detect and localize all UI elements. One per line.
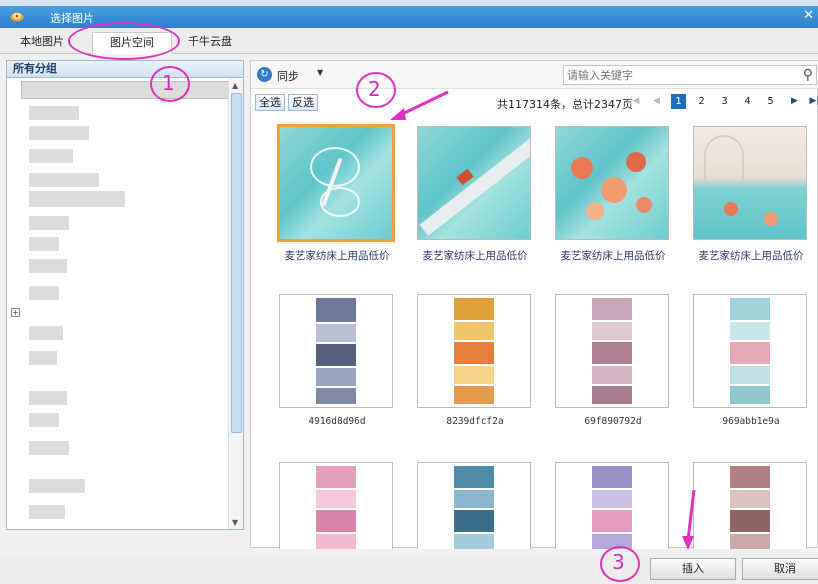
- page-4[interactable]: 4: [740, 94, 755, 109]
- image-thumbnail: [279, 294, 393, 408]
- image-thumbnail: [693, 462, 807, 549]
- image-thumbnail: [693, 126, 807, 240]
- image-thumbnail: [277, 124, 395, 242]
- folder-item[interactable]: [29, 149, 73, 163]
- search-input[interactable]: [564, 66, 789, 84]
- page-5[interactable]: 5: [763, 94, 778, 109]
- image-caption: 麦艺家纺床上用品低价: [698, 250, 804, 262]
- first-page-icon[interactable]: |◀: [627, 94, 642, 109]
- image-item[interactable]: 69f890792d: [551, 284, 671, 434]
- sync-icon[interactable]: ↻: [257, 67, 272, 82]
- image-item[interactable]: 8239dfcf2a: [413, 284, 533, 434]
- image-caption: 969abb1e9a: [722, 416, 780, 427]
- image-item[interactable]: 麦艺家纺床上用品低价: [689, 116, 809, 266]
- folder-item[interactable]: [29, 191, 125, 207]
- selected-folder-row[interactable]: [21, 81, 229, 99]
- image-thumbnail: [555, 294, 669, 408]
- invert-selection-button[interactable]: 反选: [288, 94, 318, 111]
- selection-toolbar: 全选 反选 共117314条，总计2347页 |◀ ◀ 1 2 3 4 5 ▶ …: [251, 91, 818, 113]
- folder-item[interactable]: [29, 286, 59, 300]
- last-page-icon[interactable]: ▶|: [807, 94, 818, 109]
- page-1[interactable]: 1: [671, 94, 686, 109]
- image-item[interactable]: 麦艺家纺床上用品低价: [551, 116, 671, 266]
- image-browser: ↻ 同步 ▼ ⚲ 全选 反选 共117314条，总计2347页 |◀ ◀ 1 2…: [250, 60, 818, 549]
- image-caption: 麦艺家纺床上用品低价: [560, 250, 666, 262]
- image-item[interactable]: [551, 452, 671, 549]
- image-item[interactable]: 969abb1e9a: [689, 284, 809, 434]
- taobao-logo-icon: [10, 12, 24, 22]
- folder-item[interactable]: [29, 126, 89, 140]
- page-3[interactable]: 3: [717, 94, 732, 109]
- image-caption: 麦艺家纺床上用品低价: [284, 250, 390, 262]
- image-item[interactable]: [413, 452, 533, 549]
- folder-item[interactable]: [29, 391, 67, 405]
- image-caption: 麦艺家纺床上用品低价: [422, 250, 528, 262]
- scrollbar-thumb[interactable]: [231, 93, 242, 433]
- close-icon[interactable]: ✕: [803, 8, 814, 23]
- image-caption: 8239dfcf2a: [446, 416, 504, 427]
- scroll-up-icon[interactable]: ▲: [232, 81, 238, 90]
- image-item[interactable]: [275, 452, 395, 549]
- next-page-icon[interactable]: ▶: [787, 94, 802, 109]
- folder-tree-scrollbar[interactable]: ▲ ▼: [228, 79, 243, 529]
- select-all-button[interactable]: 全选: [255, 94, 285, 111]
- tab-qianniu-cloud[interactable]: 千牛云盘: [180, 32, 240, 54]
- window-title: 选择图片: [50, 12, 94, 25]
- folder-tree-header: 所有分组: [7, 61, 243, 78]
- folder-item[interactable]: [29, 479, 85, 493]
- sync-button[interactable]: 同步: [277, 68, 299, 84]
- image-thumbnail: [279, 462, 393, 549]
- annotation-number-3: 3: [612, 550, 625, 574]
- image-thumbnail: [417, 462, 531, 549]
- search-icon[interactable]: ⚲: [803, 67, 813, 83]
- image-thumbnail: [555, 462, 669, 549]
- image-thumbnail: [417, 126, 531, 240]
- image-toolbar: ↻ 同步 ▼ ⚲: [251, 61, 818, 89]
- annotation-number-1: 1: [162, 71, 175, 95]
- prev-page-icon[interactable]: ◀: [649, 94, 664, 109]
- page-2[interactable]: 2: [694, 94, 709, 109]
- folder-item[interactable]: [29, 237, 59, 251]
- tab-bar: 本地图片 图片空间 千牛云盘: [0, 28, 818, 54]
- image-item[interactable]: [689, 452, 809, 549]
- image-thumbnail: [417, 294, 531, 408]
- annotation-number-2: 2: [368, 77, 381, 101]
- image-caption: 69f890792d: [584, 416, 642, 427]
- image-thumbnail: [555, 126, 669, 240]
- folder-item[interactable]: [29, 173, 99, 187]
- cancel-button[interactable]: 取消: [742, 558, 818, 580]
- image-grid: 麦艺家纺床上用品低价 麦艺家纺床上用品低价 麦艺家纺床上用品低价 麦艺家纺床上用…: [251, 116, 818, 549]
- folder-item[interactable]: [29, 216, 69, 230]
- folder-item[interactable]: [29, 351, 57, 365]
- scroll-down-icon[interactable]: ▼: [232, 518, 238, 527]
- image-item[interactable]: 麦艺家纺床上用品低价: [413, 116, 533, 266]
- tab-image-space[interactable]: 图片空间: [92, 32, 172, 54]
- image-caption: 4916d8d96d: [308, 416, 366, 427]
- folder-item[interactable]: [29, 326, 63, 340]
- folder-tree-panel: 所有分组 + ▲ ▼: [6, 60, 244, 530]
- image-item[interactable]: 麦艺家纺床上用品低价: [275, 116, 395, 266]
- title-bar: 选择图片 ✕: [0, 0, 818, 28]
- dialog-footer: 插入 取消: [0, 554, 818, 584]
- insert-button[interactable]: 插入: [650, 558, 736, 580]
- expand-icon[interactable]: +: [11, 308, 20, 317]
- folder-item[interactable]: [29, 441, 69, 455]
- folder-item[interactable]: [29, 106, 79, 120]
- image-item[interactable]: 4916d8d96d: [275, 284, 395, 434]
- image-thumbnail: [693, 294, 807, 408]
- tab-local-images[interactable]: 本地图片: [12, 32, 72, 54]
- folder-item[interactable]: [29, 505, 65, 519]
- folder-item[interactable]: [29, 259, 67, 273]
- chevron-down-icon[interactable]: ▼: [317, 68, 323, 77]
- search-box: ⚲: [563, 65, 817, 85]
- result-count: 共117314条，总计2347页: [497, 98, 633, 111]
- folder-item[interactable]: [29, 413, 59, 427]
